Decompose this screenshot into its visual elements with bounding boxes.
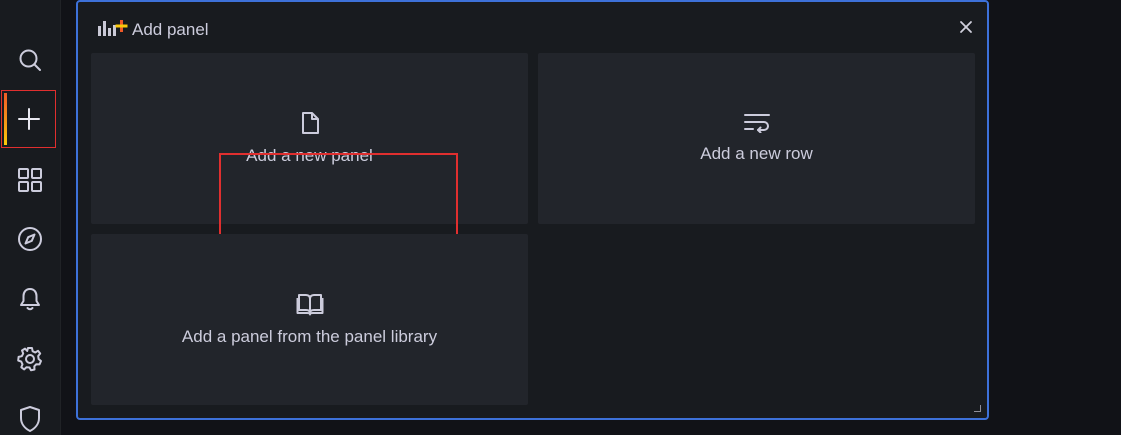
close-icon (959, 20, 973, 39)
sidebar-item-explore[interactable] (0, 211, 60, 267)
plus-icon (17, 107, 41, 131)
sidebar-item-search[interactable] (0, 32, 60, 88)
sidebar-item-create[interactable] (1, 90, 56, 148)
add-new-panel-label: Add a new panel (246, 146, 373, 165)
explore-icon (17, 226, 43, 252)
sidebar (0, 0, 61, 435)
dashboards-icon (17, 167, 43, 193)
close-button[interactable] (957, 20, 975, 38)
add-library-panel-label: Add a panel from the panel library (181, 327, 438, 346)
panel-header: Add panel (96, 16, 209, 44)
highlight-box (219, 153, 458, 240)
row-icon (743, 111, 771, 138)
add-new-panel-option[interactable]: Add a new panel (91, 53, 528, 240)
sidebar-item-configuration[interactable] (0, 331, 60, 387)
add-new-row-label: Add a new row (700, 144, 813, 163)
add-panel: Add panel Add a new panel Add a new row … (76, 0, 989, 420)
alerting-bell-icon (18, 286, 42, 312)
sidebar-item-admin[interactable] (0, 391, 60, 435)
panel-title: Add panel (132, 20, 209, 39)
sidebar-item-dashboards[interactable] (0, 152, 60, 208)
add-library-panel-option[interactable]: Add a panel from the panel library (91, 234, 528, 405)
shield-icon (18, 405, 42, 433)
file-icon (299, 111, 321, 140)
add-panel-icon (96, 17, 128, 44)
gear-icon (17, 346, 43, 372)
resize-handle[interactable] (974, 405, 981, 412)
sidebar-item-alerting[interactable] (0, 271, 60, 327)
book-icon (296, 292, 324, 321)
add-new-row-option[interactable]: Add a new row (538, 53, 975, 224)
search-icon (17, 47, 43, 73)
app-root: Add panel Add a new panel Add a new row … (0, 0, 1121, 435)
